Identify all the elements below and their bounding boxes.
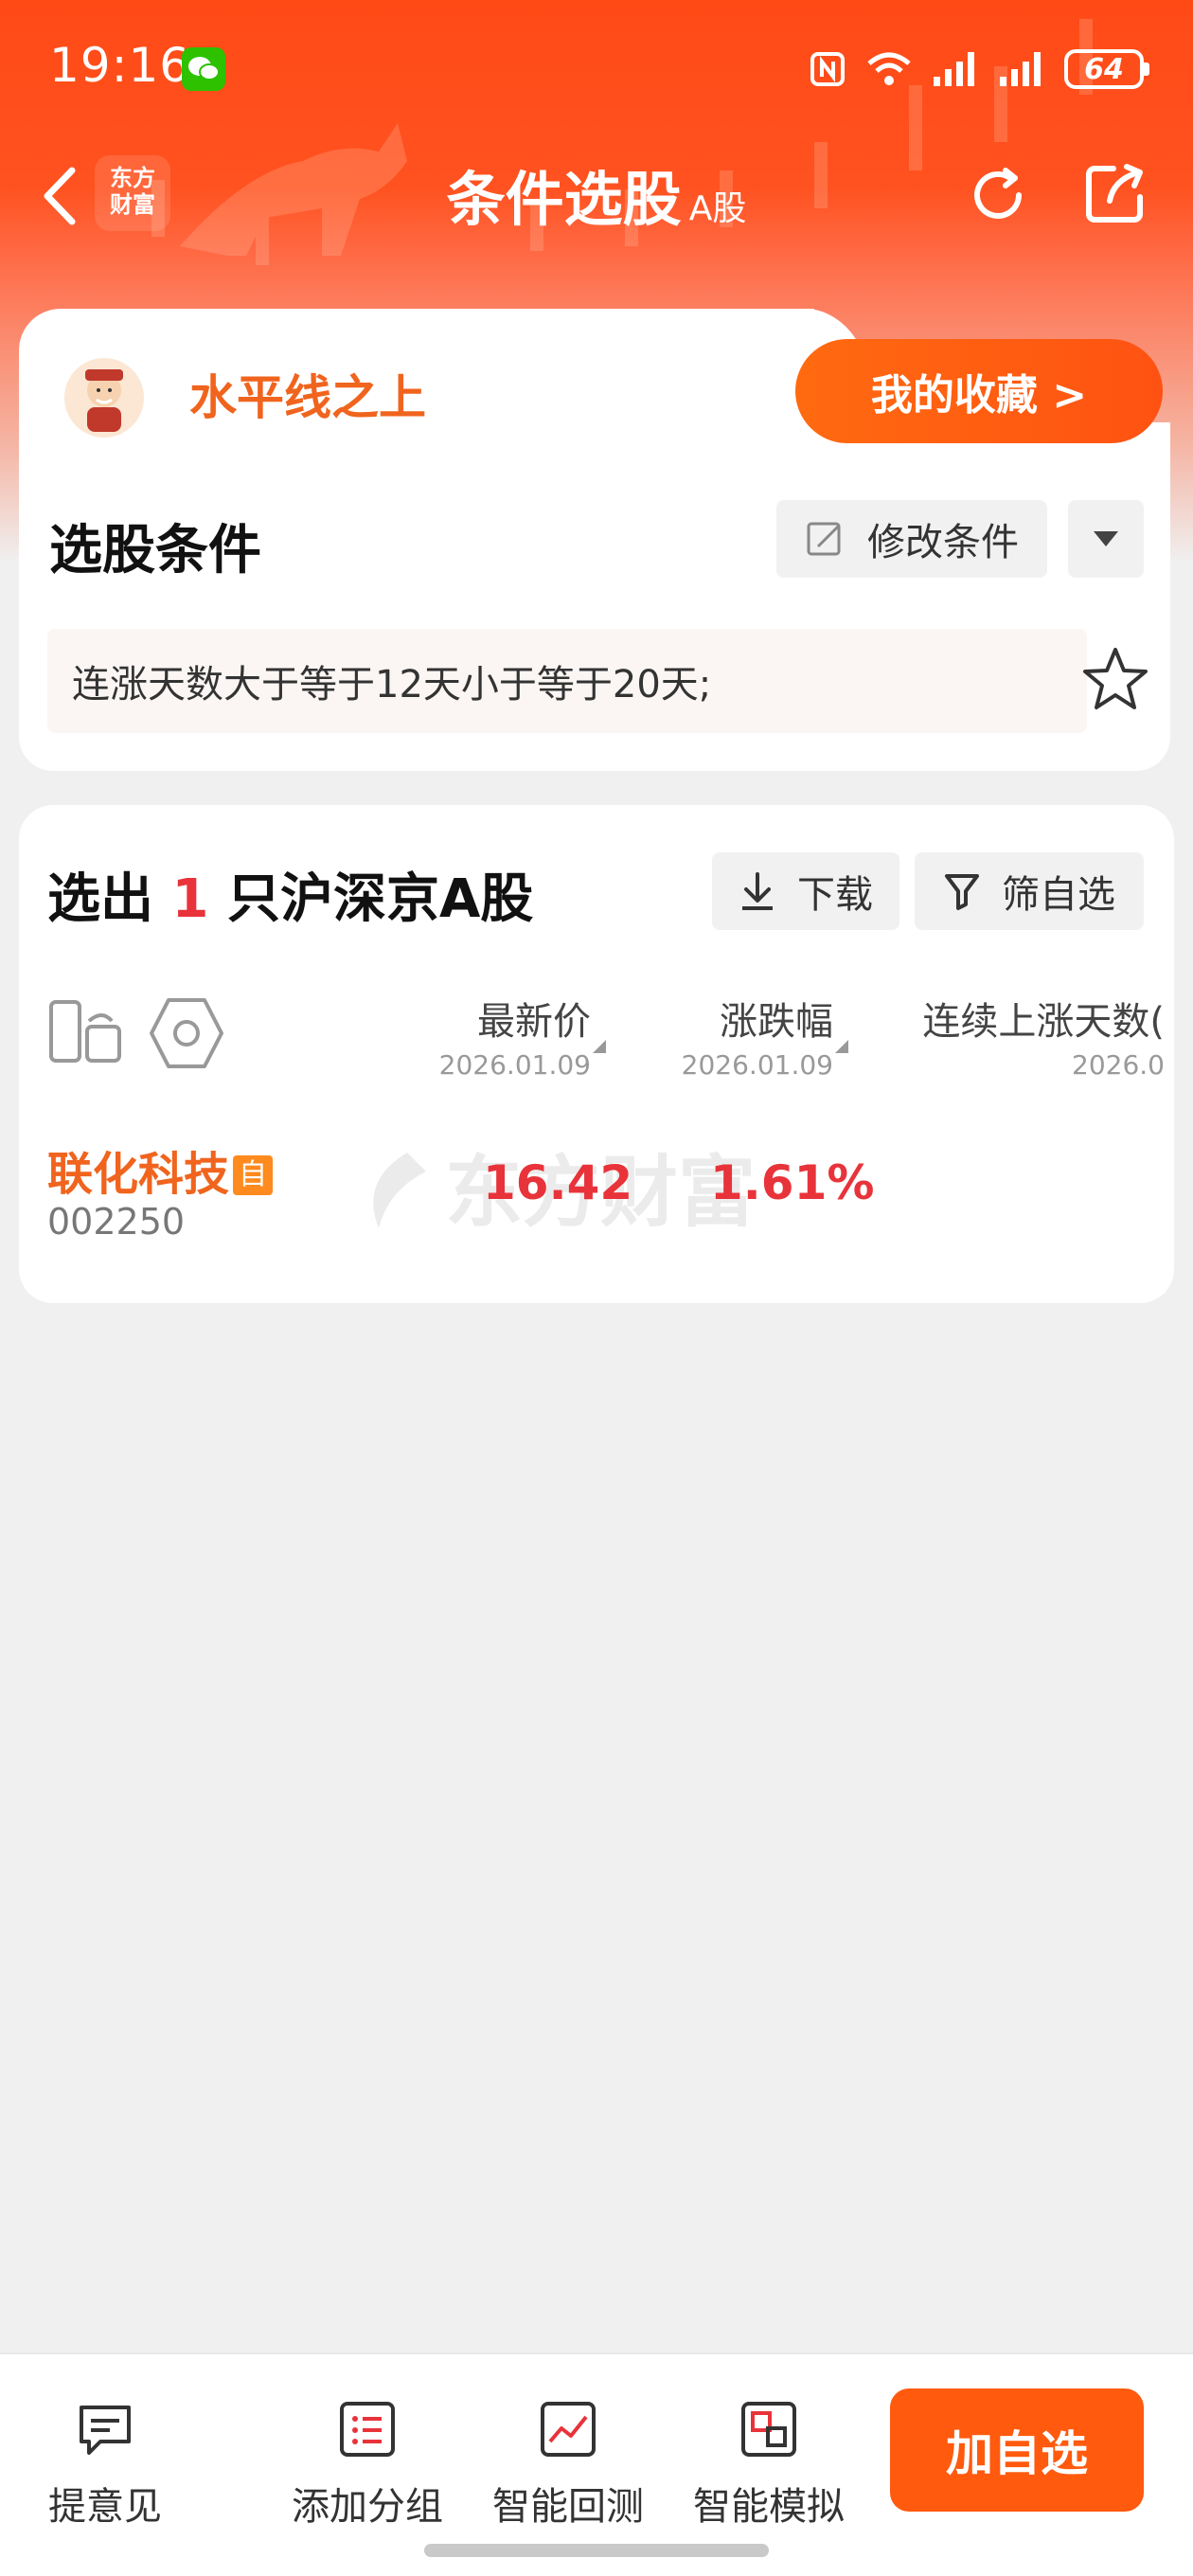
column-layout-icon[interactable] bbox=[47, 996, 123, 1072]
stock-price: 16.42 bbox=[483, 1155, 633, 1210]
column-header-change-date: 2026.01.09 bbox=[681, 1049, 833, 1081]
edit-conditions-label: 修改条件 bbox=[867, 521, 1019, 564]
bottom-toolbar: 提意见 添加分组 智能回测 智能模拟 加自选 bbox=[0, 2352, 1193, 2576]
download-button[interactable]: 下载 bbox=[712, 852, 899, 930]
simulate-button[interactable]: 智能模拟 bbox=[691, 2398, 846, 2531]
nfc-icon bbox=[810, 52, 845, 86]
settings-hexagon-icon[interactable] bbox=[148, 994, 225, 1072]
edit-conditions-button[interactable]: 修改条件 bbox=[776, 500, 1047, 578]
stock-name[interactable]: 联化科技自 bbox=[47, 1136, 274, 1203]
add-group-button[interactable]: 添加分组 bbox=[290, 2398, 445, 2531]
status-bar: 19:16 64 bbox=[0, 28, 1193, 114]
stock-name-text: 联化科技 bbox=[47, 1148, 230, 1201]
feedback-label: 提意见 bbox=[48, 2485, 162, 2529]
simulate-icon bbox=[741, 2402, 796, 2457]
refresh-icon[interactable] bbox=[964, 161, 1032, 229]
battery-indicator: 64 bbox=[1064, 49, 1149, 89]
star-icon[interactable] bbox=[1077, 642, 1153, 718]
backtest-button[interactable]: 智能回测 bbox=[490, 2398, 646, 2531]
strategy-name: 水平线之上 bbox=[189, 370, 426, 425]
results-title: 选出 1 只沪深京A股 bbox=[47, 856, 533, 933]
stock-change: 1.61% bbox=[710, 1155, 875, 1210]
my-favorites-button[interactable]: 我的收藏 > bbox=[795, 339, 1163, 443]
sort-triangle-icon bbox=[835, 1040, 848, 1053]
backtest-chart-icon bbox=[541, 2402, 596, 2457]
caret-down-icon bbox=[1094, 531, 1118, 546]
filter-icon bbox=[945, 874, 979, 910]
signal-icon-2 bbox=[1000, 52, 1041, 86]
column-header-up-days-date: 2026.0 bbox=[1072, 1049, 1165, 1081]
column-header-up-days-name: 连续上涨天数( bbox=[922, 1000, 1165, 1044]
conditions-title: 选股条件 bbox=[49, 520, 261, 581]
condition-text[interactable]: 连涨天数大于等于12天小于等于20天; bbox=[47, 629, 1087, 733]
download-label: 下载 bbox=[797, 873, 873, 917]
column-header-change[interactable]: 涨跌幅 2026.01.09 bbox=[644, 991, 848, 1081]
column-header-change-name: 涨跌幅 bbox=[720, 1000, 833, 1044]
filter-watchlist-label: 筛自选 bbox=[1002, 873, 1115, 917]
feedback-icon bbox=[80, 2406, 131, 2455]
column-header-price[interactable]: 最新价 2026.01.09 bbox=[417, 991, 606, 1081]
results-count: 1 bbox=[171, 868, 209, 930]
wifi-icon bbox=[867, 52, 911, 85]
download-icon bbox=[742, 872, 773, 910]
status-icons: 64 bbox=[809, 45, 1149, 93]
results-title-prefix: 选出 bbox=[47, 868, 153, 930]
wechat-notification-icon bbox=[182, 47, 225, 91]
edit-icon bbox=[807, 522, 841, 556]
eastmoney-watermark-icon bbox=[373, 1153, 426, 1228]
page-title-sub: A股 bbox=[688, 189, 747, 228]
results-title-suffix: 只沪深京A股 bbox=[226, 868, 534, 930]
conditions-dropdown-button[interactable] bbox=[1068, 500, 1144, 578]
filter-watchlist-button[interactable]: 筛自选 bbox=[915, 852, 1144, 930]
list-icon bbox=[340, 2402, 395, 2457]
strategy-avatar bbox=[64, 358, 144, 438]
stock-code: 002250 bbox=[47, 1201, 186, 1243]
signal-icon bbox=[934, 52, 974, 86]
column-header-up-days[interactable]: 连续上涨天数( 2026.0 bbox=[871, 991, 1165, 1081]
watchlist-badge: 自 bbox=[233, 1155, 274, 1195]
status-time: 19:16 bbox=[49, 38, 191, 93]
sort-triangle-icon bbox=[593, 1040, 606, 1053]
results-card: 选出 1 只沪深京A股 下载 筛自选 最新价 2026.01.09 涨跌幅 20… bbox=[19, 805, 1174, 1303]
strategy-card: 水平线之上 我的收藏 > 选股条件 修改条件 连涨天数大于等于12天小于等于20… bbox=[19, 309, 1170, 771]
add-group-label: 添加分组 bbox=[292, 2485, 443, 2529]
feedback-button[interactable]: 提意见 bbox=[44, 2398, 167, 2531]
simulate-label: 智能模拟 bbox=[693, 2485, 845, 2529]
page-title-main: 条件选股 bbox=[446, 165, 682, 234]
backtest-label: 智能回测 bbox=[492, 2485, 644, 2529]
column-header-price-date: 2026.01.09 bbox=[438, 1049, 591, 1081]
share-icon[interactable] bbox=[1081, 159, 1149, 227]
home-indicator[interactable] bbox=[424, 2544, 769, 2557]
column-header-price-name: 最新价 bbox=[477, 1000, 591, 1044]
add-watchlist-button[interactable]: 加自选 bbox=[890, 2388, 1144, 2512]
